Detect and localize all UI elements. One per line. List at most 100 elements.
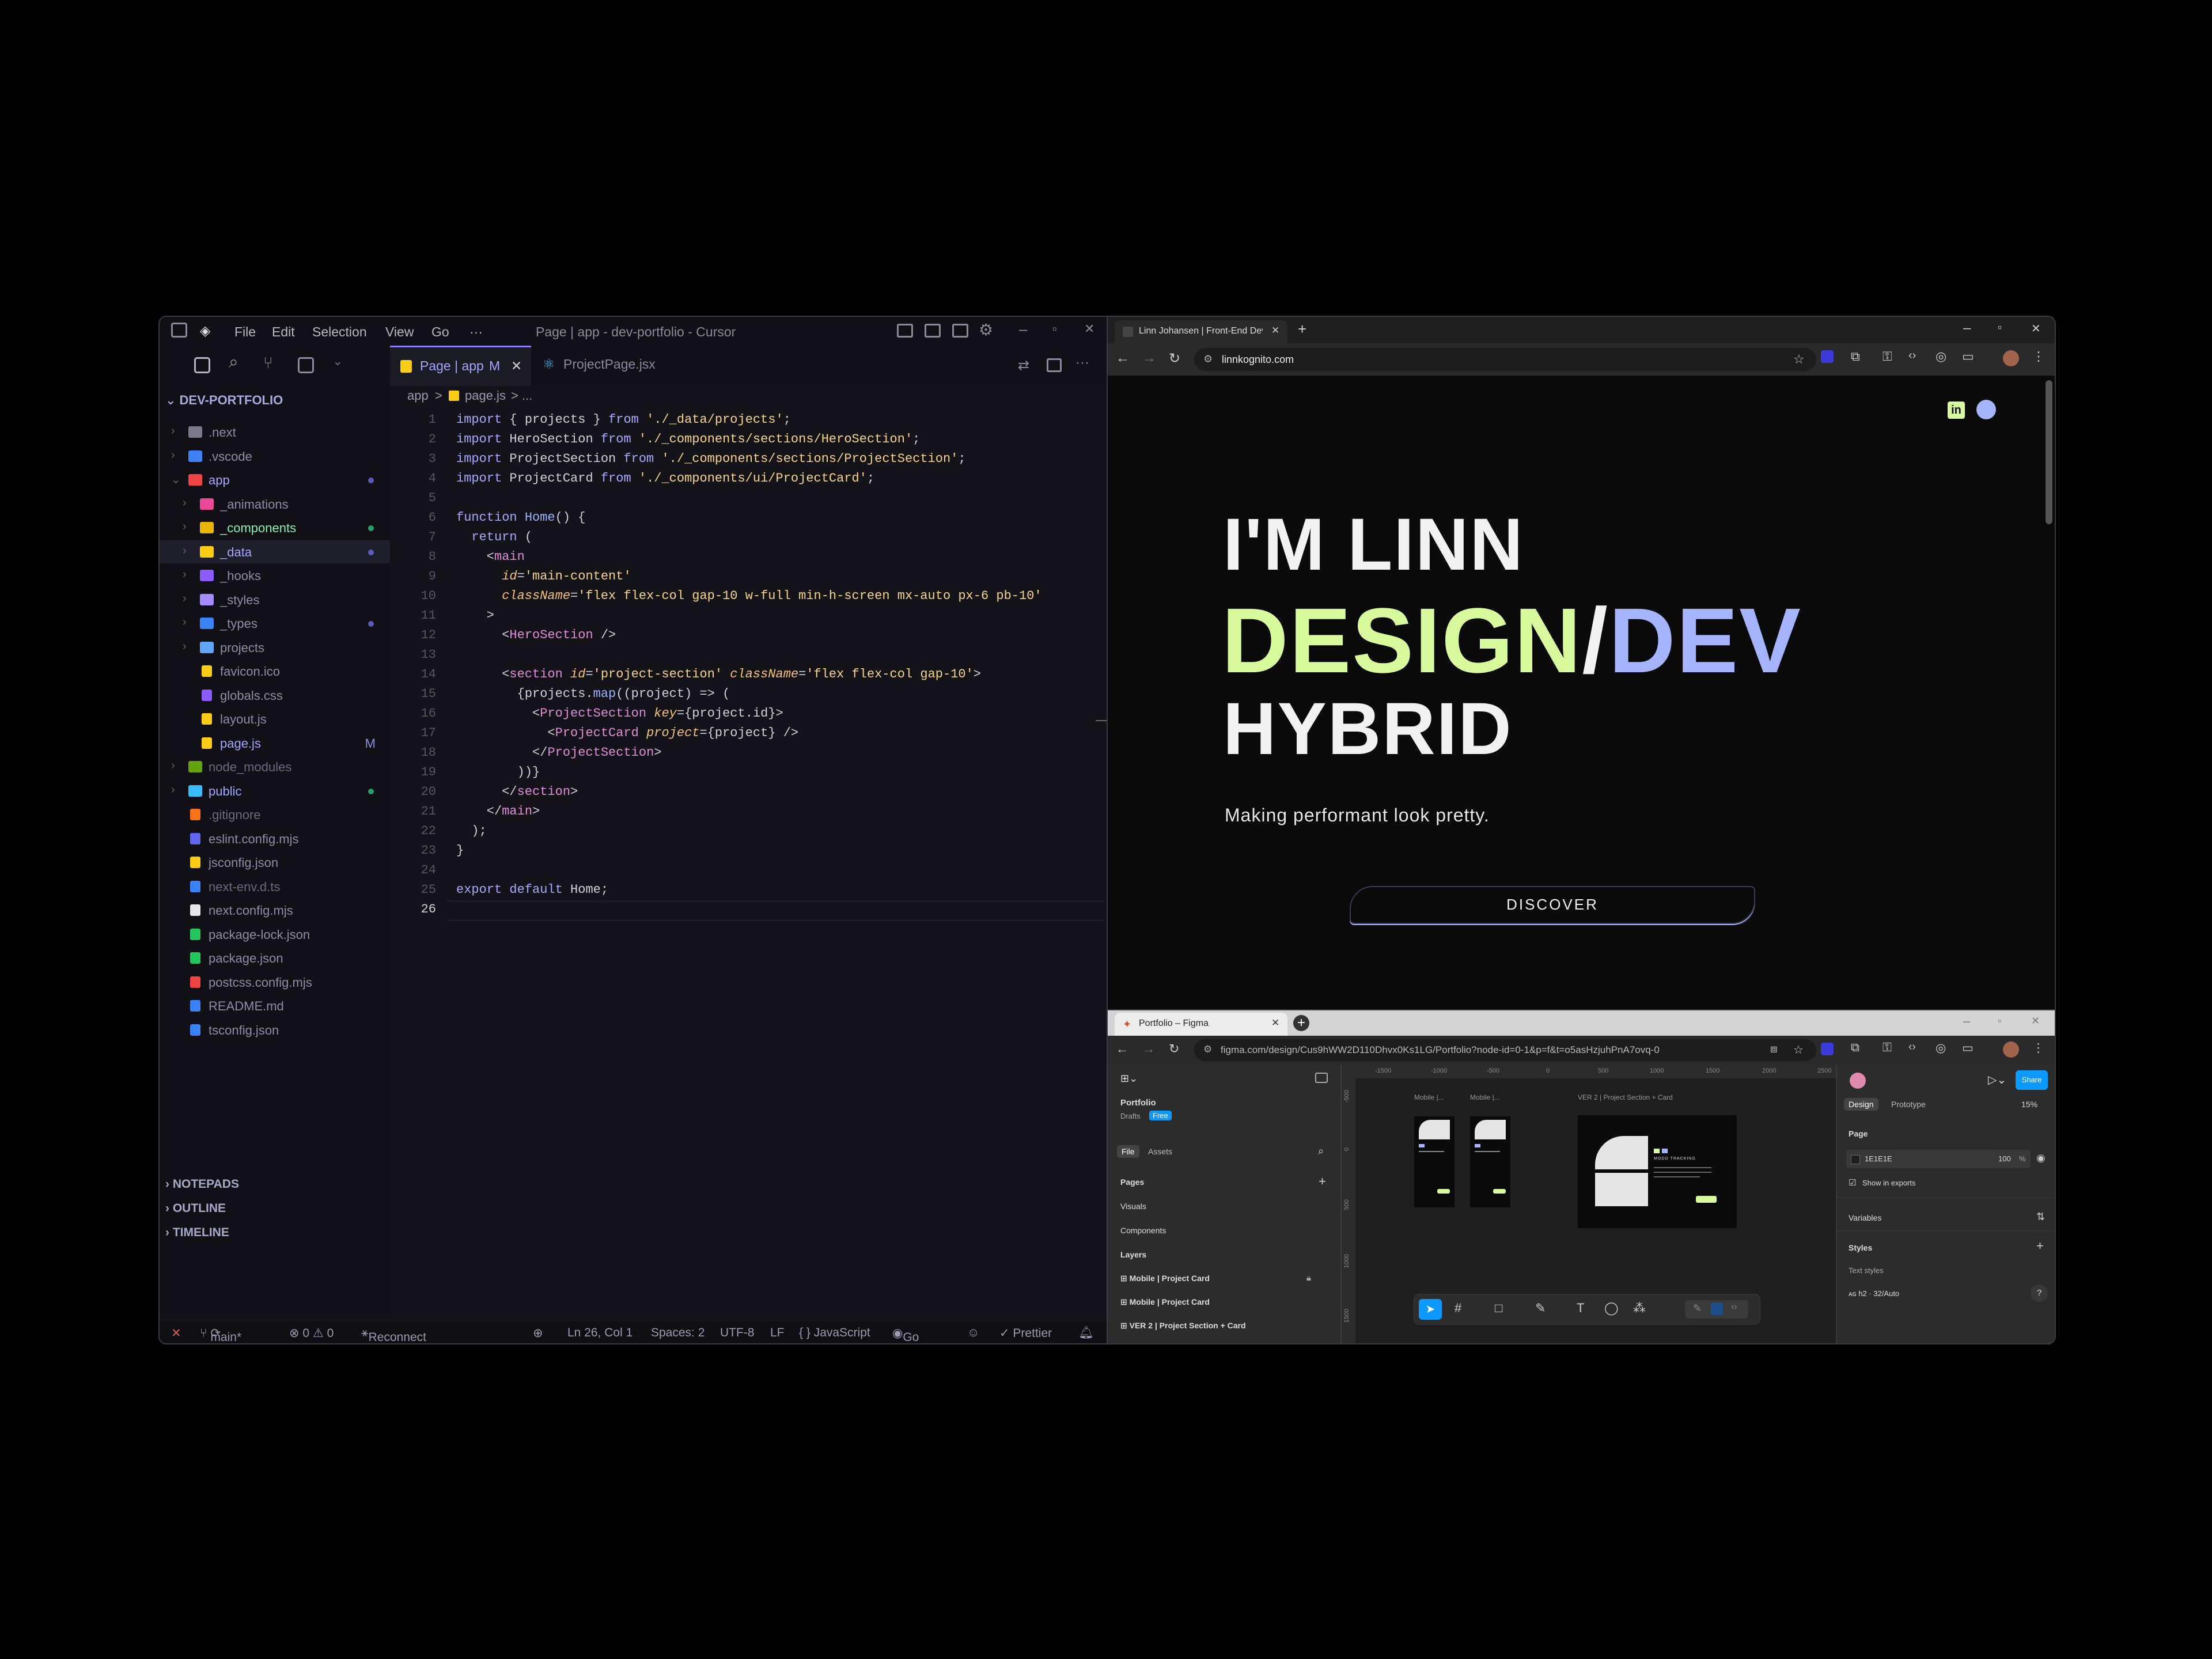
- file-name[interactable]: Portfolio: [1120, 1098, 1156, 1108]
- more-actions-icon[interactable]: ···: [1075, 355, 1089, 371]
- code-line[interactable]: >: [456, 608, 494, 623]
- chevron-right-icon[interactable]: ›: [183, 640, 187, 653]
- file-tree-item[interactable]: › .vscode: [160, 445, 390, 468]
- code-line[interactable]: <ProjectCard project={project} />: [456, 726, 798, 740]
- tab-projectpage-jsx[interactable]: ⚛ ProjectPage.jsx: [531, 346, 664, 386]
- code-area[interactable]: 1 import { projects } from './_data/proje…: [390, 407, 1107, 1271]
- bookmark-star-icon[interactable]: ☆: [1793, 1043, 1804, 1057]
- file-tree-item[interactable]: README.md: [160, 994, 390, 1017]
- end-of-line[interactable]: LF: [770, 1326, 785, 1340]
- frame-mobile-card-1[interactable]: [1414, 1116, 1455, 1207]
- browser-tab-active[interactable]: Linn Johansen | Front-End Devel ✕: [1115, 320, 1287, 343]
- file-tree-item[interactable]: postcss.config.mjs: [160, 971, 390, 994]
- figma-canvas[interactable]: -1500 -1000 -500 0 500 1000 1500 2000 25…: [1342, 1065, 1836, 1343]
- forward-icon[interactable]: →: [1142, 350, 1156, 366]
- frame-label[interactable]: Mobile |...: [1470, 1093, 1500, 1101]
- outline-panel[interactable]: › OUTLINE: [165, 1202, 226, 1215]
- cursor-position[interactable]: Ln 26, Col 1: [567, 1326, 632, 1340]
- camera-icon[interactable]: ◎: [1936, 1041, 1946, 1055]
- maximize-icon[interactable]: ▫: [1998, 1015, 2001, 1027]
- minimize-icon[interactable]: –: [1019, 320, 1027, 338]
- menu-edit[interactable]: Edit: [272, 324, 295, 340]
- show-exports-checkbox[interactable]: ☑: [1849, 1177, 1856, 1188]
- collapse-panel-icon[interactable]: [1315, 1073, 1328, 1083]
- extension-icon[interactable]: [1821, 350, 1834, 363]
- back-icon[interactable]: ←: [1116, 1041, 1128, 1056]
- file-tree-item[interactable]: › _components: [160, 516, 390, 539]
- menu-view[interactable]: View: [385, 324, 414, 340]
- minimize-icon[interactable]: –: [1963, 1014, 1970, 1029]
- chevron-right-icon[interactable]: ›: [183, 592, 187, 605]
- chevron-down-icon[interactable]: ⌄: [171, 472, 181, 487]
- explorer-icon[interactable]: [194, 357, 210, 373]
- tab-page-js[interactable]: Page | app M ✕: [390, 346, 531, 386]
- tab-close-icon[interactable]: ✕: [1271, 325, 1279, 336]
- reload-icon[interactable]: ↻: [1169, 1041, 1179, 1056]
- file-tree-item[interactable]: tsconfig.json: [160, 1018, 390, 1041]
- close-icon[interactable]: ✕: [1084, 321, 1094, 336]
- page-item-visuals[interactable]: Visuals: [1120, 1202, 1146, 1211]
- discover-button[interactable]: DISCOVER: [1350, 886, 1755, 924]
- toggle-secondary-sidebar-icon[interactable]: [952, 324, 968, 338]
- password-key-icon[interactable]: ⚿: [1883, 349, 1892, 364]
- profile-avatar[interactable]: [2003, 350, 2019, 366]
- close-icon[interactable]: ✕: [2031, 321, 2041, 336]
- chevron-right-icon[interactable]: ›: [171, 449, 175, 462]
- compare-changes-icon[interactable]: ⇄: [1018, 357, 1029, 374]
- frame-ver2-project-section[interactable]: MOOD TRACKING: [1578, 1115, 1737, 1228]
- menu-more[interactable]: ···: [469, 324, 483, 340]
- code-line[interactable]: <section id='project-section' className=…: [456, 667, 981, 681]
- file-tree-item[interactable]: › node_modules: [160, 755, 390, 778]
- file-tree-item[interactable]: layout.js: [160, 707, 390, 730]
- file-tree-item[interactable]: next-env.d.ts: [160, 875, 390, 898]
- bookmark-star-icon[interactable]: ☆: [1793, 352, 1805, 367]
- shape-tool-icon[interactable]: □: [1495, 1301, 1502, 1316]
- source-control-icon[interactable]: ⑂: [263, 354, 273, 372]
- site-info-icon[interactable]: ⚙: [1203, 1044, 1212, 1055]
- dev-mode-icon[interactable]: ‹›: [1731, 1302, 1737, 1312]
- notifications-bell-icon[interactable]: 🔔︎: [1078, 1326, 1094, 1340]
- variables-settings-icon[interactable]: ⇅: [2036, 1211, 2045, 1223]
- address-bar[interactable]: ⚙ figma.com/design/Cus9hWW2D110Dhvx0Ks1L…: [1194, 1039, 1816, 1061]
- maximize-icon[interactable]: ▫: [1052, 321, 1057, 336]
- tab-prototype[interactable]: Prototype: [1891, 1100, 1926, 1109]
- file-tree-item[interactable]: .gitignore: [160, 803, 390, 826]
- extension-icon[interactable]: [1821, 1043, 1834, 1055]
- new-tab-icon[interactable]: +: [1298, 320, 1306, 338]
- search-icon[interactable]: ⌕: [229, 353, 238, 372]
- devtools-code-icon[interactable]: ‹›: [1908, 1041, 1916, 1054]
- add-page-icon[interactable]: +: [1319, 1174, 1326, 1189]
- actions-tool-icon[interactable]: ⁂: [1633, 1301, 1646, 1316]
- pen-tool-icon[interactable]: ✎: [1535, 1301, 1546, 1316]
- share-button[interactable]: Share: [2016, 1070, 2048, 1090]
- file-tree-item[interactable]: package.json: [160, 946, 390, 969]
- code-line[interactable]: import { projects } from './_data/projec…: [456, 412, 791, 427]
- tab-close-icon[interactable]: ✕: [1271, 1017, 1279, 1029]
- file-tree-item[interactable]: › .next: [160, 421, 390, 444]
- tab-assets[interactable]: Assets: [1148, 1147, 1172, 1156]
- prettier-status[interactable]: ✓ Prettier: [999, 1326, 1052, 1340]
- code-line[interactable]: <ProjectSection key={project.id}>: [456, 706, 783, 721]
- camera-icon[interactable]: ◎: [1936, 349, 1946, 364]
- extensions-puzzle-icon[interactable]: ⧉: [1851, 349, 1860, 364]
- close-icon[interactable]: ✕: [2031, 1015, 2040, 1027]
- notepads-panel[interactable]: › NOTEPADS: [165, 1177, 239, 1191]
- frame-label[interactable]: Mobile |...: [1414, 1093, 1444, 1101]
- comment-tool-icon[interactable]: ◯: [1604, 1301, 1619, 1316]
- menu-go[interactable]: Go: [431, 324, 449, 340]
- indentation[interactable]: Spaces: 2: [651, 1326, 704, 1340]
- encoding[interactable]: UTF-8: [720, 1326, 755, 1340]
- breadcrumb-symbol[interactable]: > ...: [511, 388, 532, 403]
- code-line[interactable]: className='flex flex-col gap-10 w-full m…: [456, 589, 1041, 603]
- chevron-right-icon[interactable]: ›: [183, 497, 187, 510]
- code-line[interactable]: ))}: [456, 765, 540, 779]
- code-line[interactable]: function Home() {: [456, 510, 585, 525]
- page-item-components[interactable]: Components: [1120, 1226, 1166, 1235]
- file-tree-item[interactable]: eslint.config.mjs: [160, 827, 390, 850]
- tab-close-icon[interactable]: ✕: [511, 358, 522, 374]
- color-swatch[interactable]: [1851, 1155, 1860, 1164]
- page-color-field[interactable]: 1E1E1E 100 %: [1846, 1150, 2031, 1168]
- forward-icon[interactable]: →: [1142, 1041, 1155, 1056]
- problems-count[interactable]: ⊗ 0 ⚠ 0: [289, 1326, 334, 1340]
- layer-item[interactable]: ⊞ Mobile | Project Card: [1120, 1297, 1210, 1307]
